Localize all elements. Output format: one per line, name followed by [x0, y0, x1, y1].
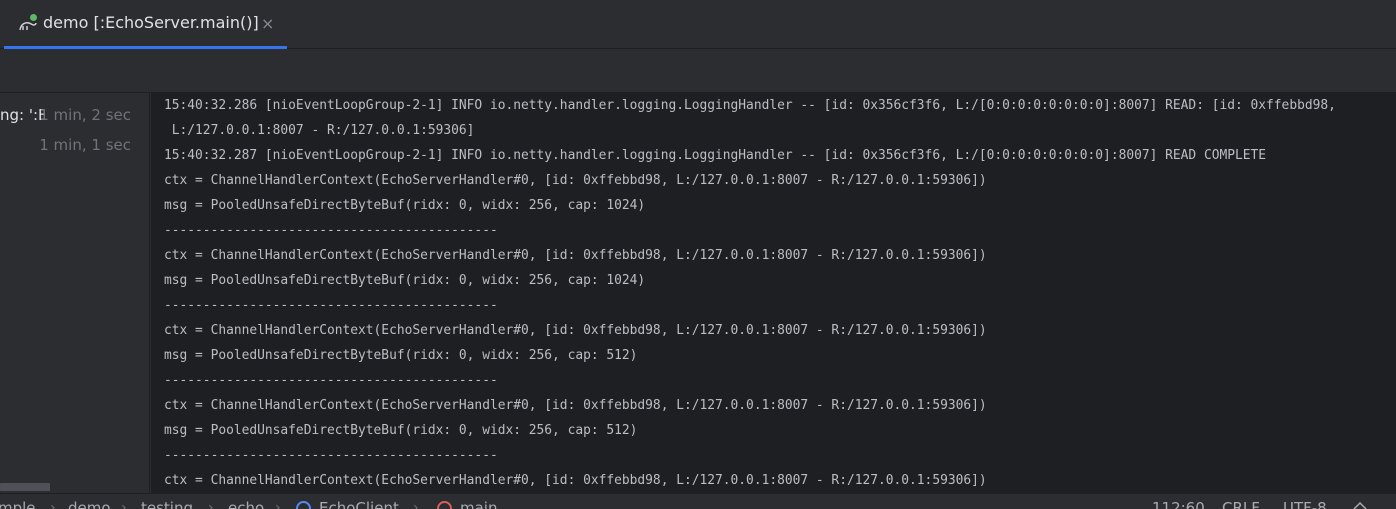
line-separator[interactable]: CRLF — [1222, 499, 1260, 509]
console-line: ctx = ChannelHandlerContext(EchoServerHa… — [164, 248, 987, 263]
console-line: ----------------------------------------… — [164, 373, 498, 388]
console-line: ctx = ChannelHandlerContext(EchoServerHa… — [164, 398, 987, 413]
gradle-run-icon — [18, 14, 38, 34]
tree-row-task[interactable]: ng: ':E 1 min, 2 sec — [0, 103, 149, 127]
breadcrumb-separator: › — [121, 500, 127, 509]
tool-window-tab-bar: demo [:EchoServer.main()] × — [0, 0, 1396, 49]
caret-position[interactable]: 112:60 — [1152, 499, 1205, 509]
console-line: ctx = ChannelHandlerContext(EchoServerHa… — [164, 473, 987, 488]
breadcrumb-package-demo[interactable]: demo — [68, 499, 111, 509]
breadcrumb-package-echo[interactable]: echo — [228, 499, 264, 509]
console-line: msg = PooledUnsafeDirectByteBuf(ridx: 0,… — [164, 198, 646, 213]
console-line: ctx = ChannelHandlerContext(EchoServerHa… — [164, 173, 987, 188]
status-bar: mple › demo › testing › echo › EchoClien… — [0, 493, 1396, 509]
console-output[interactable]: 15:40:32.286 [nioEventLoopGroup-2-1] INF… — [151, 93, 1396, 493]
tab-label: demo [:EchoServer.main()] — [43, 13, 259, 32]
breadcrumb-package-testing[interactable]: testing — [141, 499, 193, 509]
close-icon[interactable]: × — [261, 14, 274, 33]
tree-row-name: ng: ':E — [0, 106, 44, 124]
readonly-toggle-icon[interactable] — [1352, 499, 1370, 509]
horizontal-scrollbar[interactable] — [0, 483, 50, 491]
console-line: msg = PooledUnsafeDirectByteBuf(ridx: 0,… — [164, 423, 638, 438]
console-line: L:/127.0.0.1:8007 - R:/127.0.0.1:59306] — [164, 123, 475, 138]
running-status-dot-icon — [30, 14, 37, 21]
run-tree-panel: ng: ':E 1 min, 2 sec 1 min, 1 sec — [0, 93, 150, 493]
tree-row-duration: 1 min, 1 sec — [39, 136, 131, 154]
console-line: ----------------------------------------… — [164, 298, 498, 313]
console-line: ----------------------------------------… — [164, 223, 498, 238]
breadcrumb-module[interactable]: mple — [0, 499, 36, 509]
run-tab-demo[interactable]: demo [:EchoServer.main()] × — [4, 0, 287, 49]
console-line: msg = PooledUnsafeDirectByteBuf(ridx: 0,… — [164, 273, 646, 288]
run-toolbar — [0, 49, 1396, 93]
file-encoding[interactable]: UTF-8 — [1283, 499, 1327, 509]
breadcrumb-separator: › — [50, 500, 56, 509]
class-icon — [296, 501, 311, 509]
console-line: ----------------------------------------… — [164, 448, 498, 463]
console-line: 15:40:32.286 [nioEventLoopGroup-2-1] INF… — [164, 98, 1336, 113]
console-line: msg = PooledUnsafeDirectByteBuf(ridx: 0,… — [164, 348, 638, 363]
console-line: 15:40:32.287 [nioEventLoopGroup-2-1] INF… — [164, 148, 1267, 163]
breadcrumb-separator: › — [208, 500, 214, 509]
breadcrumb-method[interactable]: main — [460, 499, 497, 509]
console-line: ctx = ChannelHandlerContext(EchoServerHa… — [164, 323, 987, 338]
breadcrumb-separator: › — [275, 500, 281, 509]
breadcrumb-class[interactable]: EchoClient — [319, 499, 399, 509]
breadcrumb-separator: › — [413, 500, 419, 509]
tree-row-duration: 1 min, 2 sec — [39, 106, 131, 124]
method-icon — [437, 501, 452, 509]
tree-row-subtask[interactable]: 1 min, 1 sec — [0, 133, 149, 157]
